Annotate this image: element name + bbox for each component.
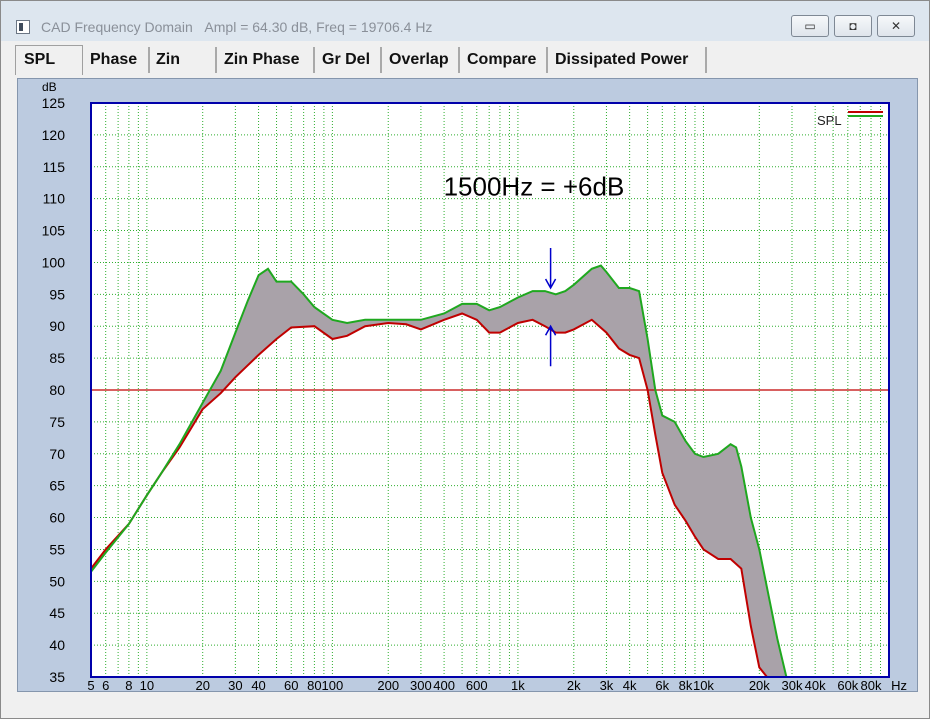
x-tick-label: Hz <box>891 678 907 691</box>
tab-spl[interactable]: SPL <box>15 45 83 75</box>
y-tick-label: 125 <box>42 95 66 111</box>
x-tick-label: 80 <box>307 678 321 691</box>
y-tick-labels: 35 40 45 50 55 60 65 70 75 80 85 90 95 100 105 110 115 12… <box>42 95 66 685</box>
x-tick-label: 2k <box>567 678 581 691</box>
app-window: CAD Frequency Domain Ampl = 64.30 dB, Fr… <box>0 0 930 719</box>
y-axis-unit: dB <box>42 80 57 94</box>
y-tick-label: 95 <box>49 286 65 302</box>
maximize-button[interactable]: ◘ <box>834 15 872 37</box>
x-tick-label: 8k <box>679 678 693 691</box>
close-button[interactable]: ✕ <box>877 15 915 37</box>
tab-overlap[interactable]: Overlap <box>383 47 460 73</box>
x-tick-label: 8 <box>125 678 132 691</box>
y-tick-label: 50 <box>49 573 65 589</box>
y-tick-label: 70 <box>49 446 65 462</box>
y-tick-label: 45 <box>49 605 65 621</box>
x-tick-label: 400 <box>433 678 455 691</box>
x-tick-label: 10k <box>693 678 714 691</box>
tab-label: Gr Del <box>322 51 371 68</box>
tab-gr-del[interactable]: Gr Del <box>316 47 382 73</box>
x-tick-label: 6 <box>102 678 109 691</box>
maximize-icon: ◘ <box>849 19 857 33</box>
x-tick-label: 30 <box>228 678 242 691</box>
x-tick-label: 200 <box>377 678 399 691</box>
tab-phase[interactable]: Phase <box>84 47 150 73</box>
y-tick-label: 40 <box>49 637 65 653</box>
y-tick-label: 105 <box>42 223 66 239</box>
x-tick-label: 6k <box>655 678 669 691</box>
tab-label: SPL <box>24 51 56 68</box>
spl-chart[interactable]: 1500Hz = +6dB SPL dB 35 40 45 50 55 60 65 70 75 8… <box>18 79 917 693</box>
tab-label: Zin <box>156 51 180 68</box>
annotation-text: 1500Hz = +6dB <box>444 171 625 201</box>
y-tick-label: 65 <box>49 478 65 494</box>
tab-label: Dissipated Power <box>555 51 689 68</box>
y-tick-label: 115 <box>43 159 66 175</box>
tab-label: Overlap <box>389 51 449 68</box>
x-tick-label: 20k <box>749 678 770 691</box>
x-tick-label: 80k <box>861 678 882 691</box>
x-tick-label: 20 <box>195 678 209 691</box>
tab-label: Zin Phase <box>224 51 300 68</box>
x-tick-label: 4k <box>623 678 637 691</box>
minimize-icon: ▭ <box>804 19 816 33</box>
x-tick-label: 10 <box>140 678 154 691</box>
y-tick-label: 90 <box>49 318 65 334</box>
tab-dissipated-power[interactable]: Dissipated Power <box>549 47 707 73</box>
y-tick-label: 55 <box>49 541 65 557</box>
tab-label: Compare <box>467 51 537 68</box>
x-tick-label: 3k <box>600 678 614 691</box>
y-tick-label: 60 <box>49 510 65 526</box>
y-tick-label: 35 <box>49 669 65 685</box>
window-title: CAD Frequency Domain Ampl = 64.30 dB, Fr… <box>41 19 432 35</box>
tab-zin-phase[interactable]: Zin Phase <box>218 47 315 73</box>
tab-zin[interactable]: Zin <box>150 47 217 73</box>
window-title-name: CAD Frequency Domain <box>41 19 193 35</box>
y-tick-label: 110 <box>43 191 66 207</box>
x-tick-label: 30k <box>782 678 803 691</box>
y-tick-label: 120 <box>42 127 66 143</box>
x-tick-label: 100 <box>322 678 344 691</box>
y-tick-label: 85 <box>49 350 65 366</box>
cursor-readout: Ampl = 64.30 dB, Freq = 19706.4 Hz <box>204 19 433 35</box>
x-tick-label: 60 <box>284 678 298 691</box>
x-tick-label: 40k <box>805 678 826 691</box>
x-tick-label: 60k <box>837 678 858 691</box>
tab-label: Phase <box>90 51 138 68</box>
x-tick-label: 300 <box>410 678 432 691</box>
title-bar[interactable]: CAD Frequency Domain Ampl = 64.30 dB, Fr… <box>1 1 929 41</box>
app-icon <box>16 20 30 34</box>
y-tick-label: 80 <box>49 382 65 398</box>
close-icon: ✕ <box>890 19 902 33</box>
y-tick-label: 100 <box>42 254 66 270</box>
minimize-button[interactable]: ▭ <box>791 15 829 37</box>
y-tick-label: 75 <box>49 414 65 430</box>
x-tick-label: 1k <box>511 678 525 691</box>
x-tick-label: 600 <box>466 678 488 691</box>
x-tick-labels: 5 6 8 10 20 30 40 60 80 100 200 300 400 600 1k 2k 3k 4k 6k… <box>87 678 907 693</box>
tab-compare[interactable]: Compare <box>461 47 548 73</box>
chart-panel: 1500Hz = +6dB SPL dB 35 40 45 50 55 60 65 70 75 8… <box>17 78 918 693</box>
x-tick-label: 40 <box>251 678 265 691</box>
legend-label: SPL <box>817 113 842 128</box>
x-tick-label: 5 <box>87 678 94 691</box>
